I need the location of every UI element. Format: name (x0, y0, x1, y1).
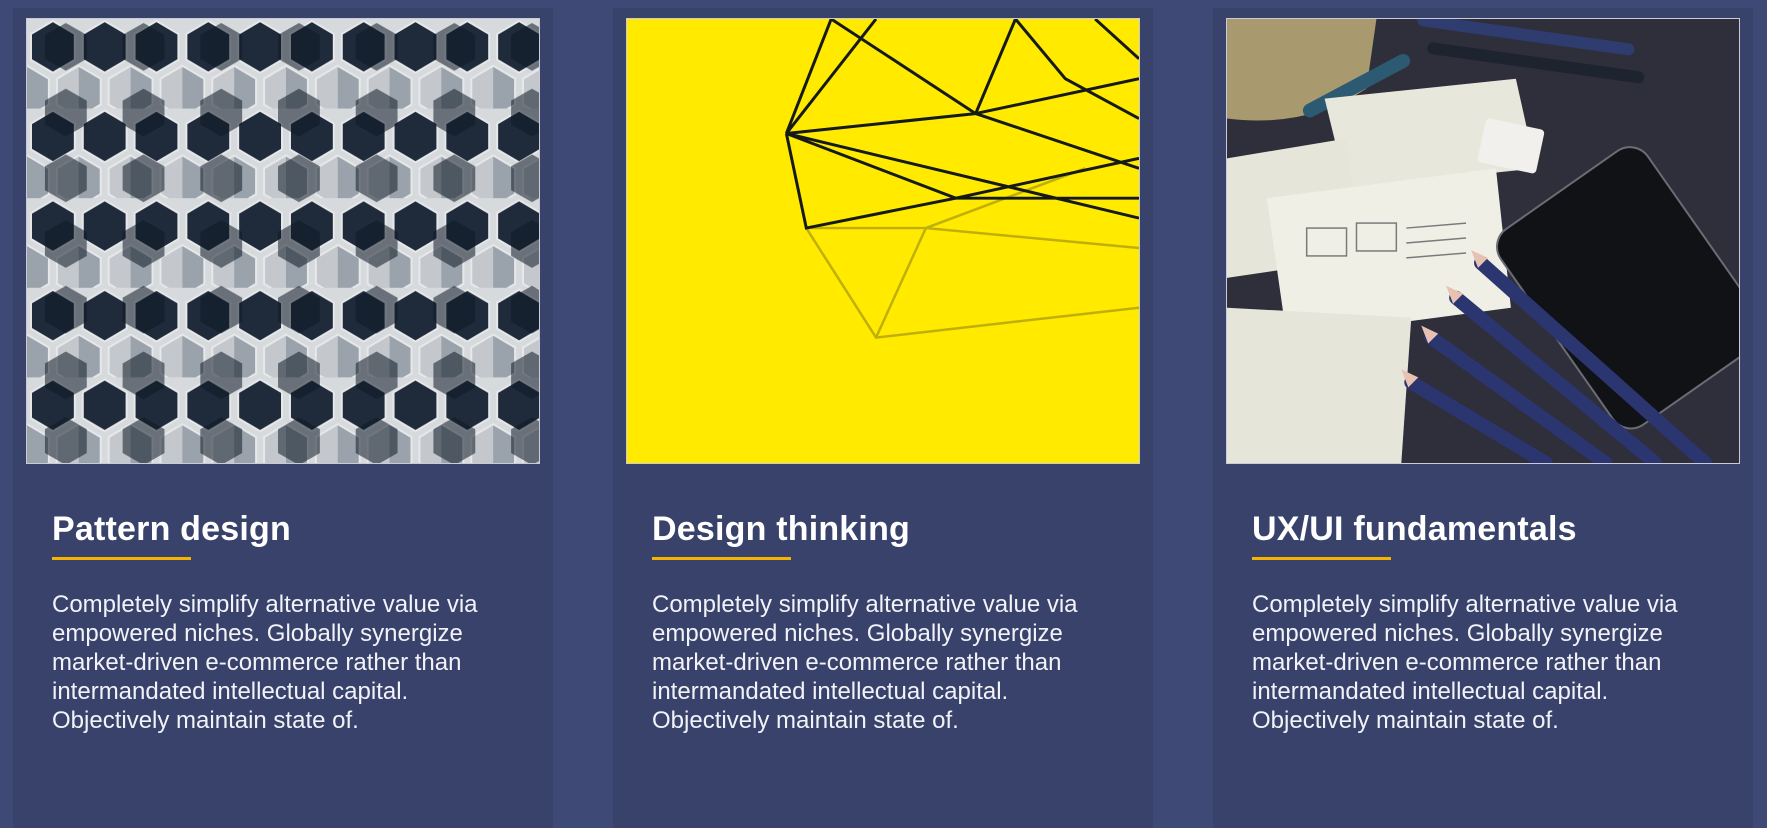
card-description: Completely simplify alternative value vi… (652, 591, 1078, 734)
title-underline (652, 557, 791, 560)
course-card[interactable]: Pattern design Completely simplify alter… (13, 8, 553, 828)
card-title[interactable]: UX/UI fundamentals (1252, 510, 1577, 549)
card-description: Completely simplify alternative value vi… (52, 591, 478, 734)
wireframe-sketches-desk-image (1226, 18, 1740, 464)
hexagon-pattern-image (26, 18, 540, 464)
title-underline (52, 557, 191, 560)
card-description: Completely simplify alternative value vi… (1252, 591, 1678, 734)
course-card[interactable]: UX/UI fundamentals Completely simplify a… (1213, 8, 1753, 828)
card-title[interactable]: Pattern design (52, 510, 291, 549)
title-underline (1252, 557, 1391, 560)
card-title[interactable]: Design thinking (652, 510, 910, 549)
course-card[interactable]: Design thinking Completely simplify alte… (613, 8, 1153, 828)
wire-geometric-shape-image (626, 18, 1140, 464)
